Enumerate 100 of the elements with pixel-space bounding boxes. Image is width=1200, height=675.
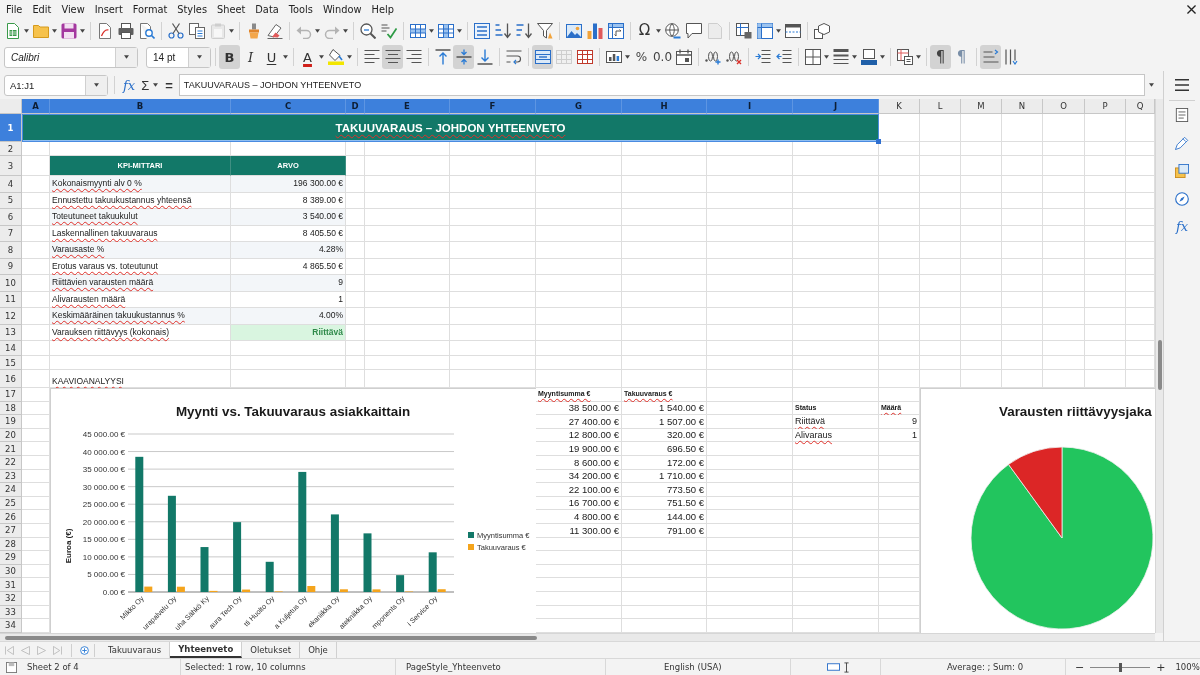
document-icon[interactable] xyxy=(6,661,17,673)
dropdown-arrow-icon[interactable] xyxy=(852,55,857,59)
rectangle-icon[interactable] xyxy=(827,663,840,671)
dropdown-arrow-icon[interactable] xyxy=(916,55,921,59)
merge-center-button[interactable] xyxy=(532,45,553,69)
zoom-percent[interactable]: 100% xyxy=(1175,662,1200,672)
font-color-button[interactable]: A xyxy=(297,45,318,69)
dropdown-arrow-icon[interactable] xyxy=(457,28,462,33)
row-header[interactable]: 31 xyxy=(0,578,22,592)
sort-descending-icon[interactable] xyxy=(515,22,532,39)
slider-thumb[interactable] xyxy=(1118,662,1122,672)
split-grid-icon[interactable] xyxy=(576,49,593,65)
sum-button[interactable]: Σ xyxy=(139,75,152,95)
menu-item[interactable]: Styles xyxy=(172,3,212,15)
column-header[interactable]: C xyxy=(231,99,346,114)
column-header[interactable]: O xyxy=(1043,99,1085,114)
row-header[interactable]: 29 xyxy=(0,551,22,565)
decimal-plus-icon[interactable] xyxy=(704,49,721,65)
sheet-tab[interactable]: Yhteenveto xyxy=(170,642,243,658)
shapes-icon[interactable] xyxy=(813,22,830,39)
column-header[interactable]: M xyxy=(961,99,1002,114)
outdent-icon[interactable] xyxy=(775,49,792,65)
scrollbar-thumb[interactable] xyxy=(5,636,537,640)
dropdown-arrow-icon[interactable] xyxy=(315,28,320,33)
column-header[interactable]: A xyxy=(22,99,50,114)
spreadsheet-document-icon[interactable] xyxy=(4,22,21,39)
shaded-grid-icon[interactable] xyxy=(756,22,773,39)
menu-item[interactable]: Help xyxy=(366,3,399,15)
line-weights-icon[interactable] xyxy=(832,49,849,65)
dropdown-arrow-icon[interactable] xyxy=(229,28,234,33)
row-header[interactable]: 34 xyxy=(0,619,22,633)
align-center-button[interactable] xyxy=(382,45,403,69)
column-header[interactable]: Q xyxy=(1126,99,1155,114)
menu-icon[interactable] xyxy=(1175,78,1189,92)
row-header[interactable]: 10 xyxy=(0,275,22,292)
menu-item[interactable]: View xyxy=(56,3,90,15)
menu-item[interactable]: Window xyxy=(317,3,367,15)
menu-item[interactable]: Format xyxy=(127,3,173,15)
column-header[interactable]: G xyxy=(536,99,622,114)
language[interactable]: English (USA) xyxy=(664,662,722,672)
row-header[interactable]: 4 xyxy=(0,176,22,193)
column-header[interactable]: H xyxy=(622,99,707,114)
sort-ascending-icon[interactable] xyxy=(494,22,511,39)
globe-link-icon[interactable] xyxy=(664,22,681,39)
column-header[interactable]: I xyxy=(707,99,793,114)
dropdown-arrow-icon[interactable] xyxy=(776,28,781,33)
column-header[interactable]: P xyxy=(1085,99,1126,114)
font-name-field[interactable]: Calibri xyxy=(4,46,138,68)
grid-row-icon[interactable] xyxy=(409,22,426,39)
underline-button[interactable]: U xyxy=(261,45,282,69)
close-icon[interactable] xyxy=(1187,4,1196,14)
menu-item[interactable]: Edit xyxy=(27,3,57,15)
funnel-icon[interactable] xyxy=(536,22,553,39)
column-header[interactable]: B xyxy=(50,99,231,114)
row-header[interactable]: 15 xyxy=(0,356,22,370)
menu-item[interactable]: Sheet xyxy=(212,3,251,15)
menu-item[interactable]: File xyxy=(1,3,28,15)
dropdown-arrow-icon[interactable] xyxy=(80,28,85,33)
indent-icon[interactable] xyxy=(754,49,771,65)
decimal-cross-icon[interactable] xyxy=(725,49,742,65)
expand-arrow-icon[interactable] xyxy=(1149,83,1154,87)
row-header[interactable]: 21 xyxy=(0,442,22,456)
borders-icon[interactable] xyxy=(804,49,821,65)
row-header[interactable]: 24 xyxy=(0,483,22,497)
menu-item[interactable]: Data xyxy=(250,3,284,15)
dropdown-arrow-icon[interactable] xyxy=(824,55,829,59)
scrollbar-thumb[interactable] xyxy=(1158,340,1162,390)
dropdown-arrow-icon[interactable] xyxy=(52,28,57,33)
row-header[interactable]: 2 xyxy=(0,142,22,156)
italic-button[interactable]: I xyxy=(240,45,261,69)
printer-icon[interactable] xyxy=(117,22,134,39)
add-sheet-icon[interactable] xyxy=(80,645,89,655)
formula-input[interactable]: TAKUUVARAUS – JOHDON YHTEENVETO xyxy=(178,74,1145,96)
row-header[interactable]: 1 xyxy=(0,114,22,142)
overlapping-tables-icon[interactable] xyxy=(896,49,913,65)
lined-box-icon[interactable] xyxy=(473,22,490,39)
bar-chart-icon[interactable] xyxy=(586,22,603,39)
menu-item[interactable]: Tools xyxy=(283,3,318,15)
formula-button[interactable]: = xyxy=(163,75,175,95)
zoom-out-button[interactable]: − xyxy=(1073,661,1087,673)
column-header[interactable]: N xyxy=(1002,99,1043,114)
dropdown-arrow-icon[interactable] xyxy=(656,28,661,33)
dropdown-arrow-icon[interactable] xyxy=(429,28,434,33)
document-magnifier-icon[interactable] xyxy=(138,22,155,39)
name-box[interactable]: A1:J1 xyxy=(4,74,108,96)
special-character-button[interactable]: Ω xyxy=(634,19,655,42)
dropdown-arrow-icon[interactable] xyxy=(625,55,630,59)
sheet-tab[interactable]: Ohje xyxy=(300,642,337,658)
eraser-icon[interactable] xyxy=(266,22,283,39)
functions-button[interactable]: fx xyxy=(1175,220,1189,233)
check-mark-lines-icon[interactable] xyxy=(380,22,397,39)
column-header[interactable]: L xyxy=(920,99,961,114)
row-header[interactable]: 14 xyxy=(0,341,22,356)
left-to-right-button[interactable]: ¶ xyxy=(930,45,951,69)
framed-bars-icon[interactable] xyxy=(605,49,622,65)
align-middle-button[interactable] xyxy=(453,45,474,69)
row-header[interactable]: 12 xyxy=(0,308,22,325)
row-header[interactable]: 3 xyxy=(0,156,22,176)
row-header[interactable]: 19 xyxy=(0,415,22,429)
frame-color-bar-icon[interactable] xyxy=(860,49,877,65)
